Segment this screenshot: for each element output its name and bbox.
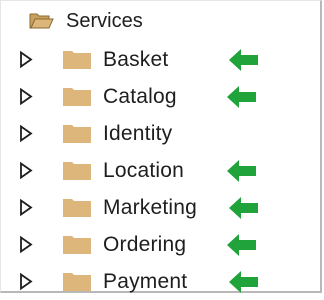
triangle-right-icon[interactable]: [19, 124, 33, 143]
folder-icon: [63, 124, 91, 143]
folder-icon: [63, 272, 91, 291]
arrow-left-icon: [227, 160, 257, 182]
tree-root-services[interactable]: Services: [29, 5, 143, 37]
triangle-right-icon[interactable]: [19, 272, 33, 291]
tree-item-label: Location: [103, 159, 184, 182]
tree-item-catalog[interactable]: Catalog: [1, 78, 323, 115]
triangle-right-icon[interactable]: [19, 50, 33, 69]
arrow-left-icon: [227, 86, 257, 108]
folder-icon: [63, 198, 91, 217]
triangle-right-icon[interactable]: [19, 87, 33, 106]
tree-item-label: Identity: [103, 122, 173, 145]
tree-item-basket[interactable]: Basket: [1, 41, 323, 78]
folder-icon: [63, 235, 91, 254]
arrow-left-icon: [229, 271, 259, 293]
tree-item-identity[interactable]: Identity: [1, 115, 323, 152]
tree-item-ordering[interactable]: Ordering: [1, 226, 323, 263]
arrow-left-icon: [227, 234, 257, 256]
open-folder-icon: [29, 12, 54, 30]
solution-explorer-panel: Services Basket Catalog Identity Location Ma…: [0, 0, 322, 293]
folder-icon: [63, 87, 91, 106]
tree-item-label: Catalog: [103, 85, 177, 108]
tree-item-payment[interactable]: Payment: [1, 263, 323, 300]
triangle-right-icon[interactable]: [19, 198, 33, 217]
triangle-right-icon[interactable]: [19, 235, 33, 254]
tree-root-label: Services: [66, 10, 143, 32]
tree-children: Basket Catalog Identity Location Marketing Or…: [1, 41, 323, 300]
tree-item-marketing[interactable]: Marketing: [1, 189, 323, 226]
tree-item-label: Payment: [103, 270, 188, 293]
tree-item-label: Basket: [103, 48, 169, 71]
tree-item-label: Ordering: [103, 233, 187, 256]
folder-icon: [63, 161, 91, 180]
triangle-right-icon[interactable]: [19, 161, 33, 180]
folder-icon: [63, 50, 91, 69]
arrow-left-icon: [229, 49, 259, 71]
tree-item-label: Marketing: [103, 196, 198, 219]
tree-item-location[interactable]: Location: [1, 152, 323, 189]
arrow-left-icon: [229, 197, 259, 219]
